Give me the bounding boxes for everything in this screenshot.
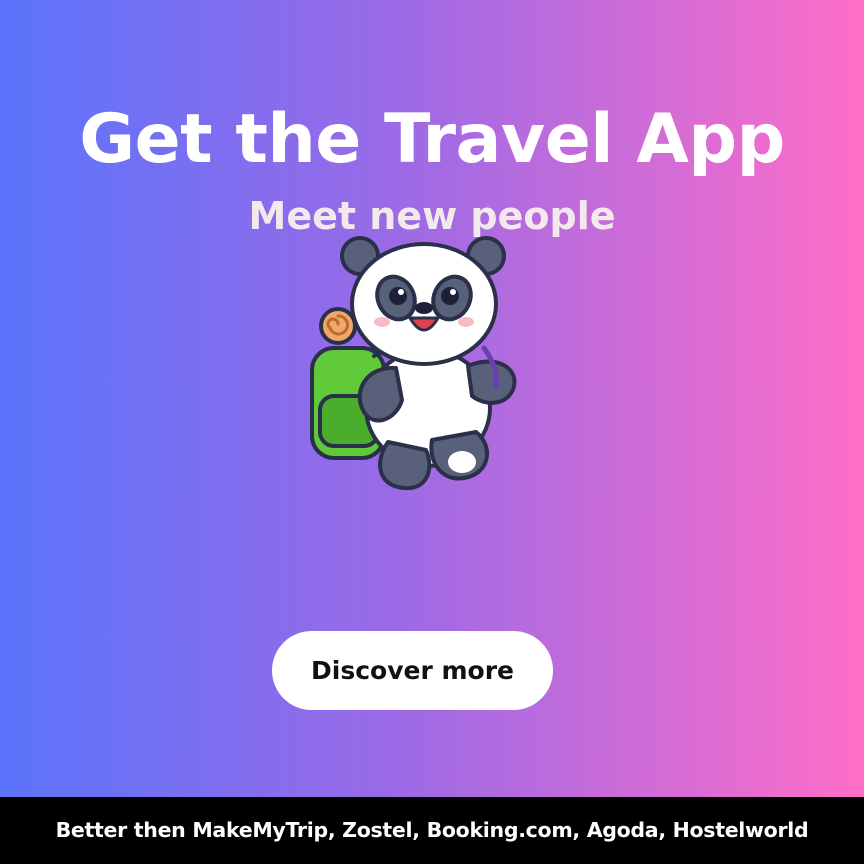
- hero-section: Get the Travel App Meet new people Disco…: [0, 0, 864, 797]
- headline: Get the Travel App: [79, 100, 785, 179]
- footer-tagline: Better then MakeMyTrip, Zostel, Booking.…: [55, 818, 809, 842]
- footer-bar: Better then MakeMyTrip, Zostel, Booking.…: [0, 797, 864, 864]
- discover-more-button[interactable]: Discover more: [272, 631, 553, 710]
- panda-backpacker-icon: [310, 236, 517, 491]
- ad-banner: Get the Travel App Meet new people Disco…: [0, 0, 864, 864]
